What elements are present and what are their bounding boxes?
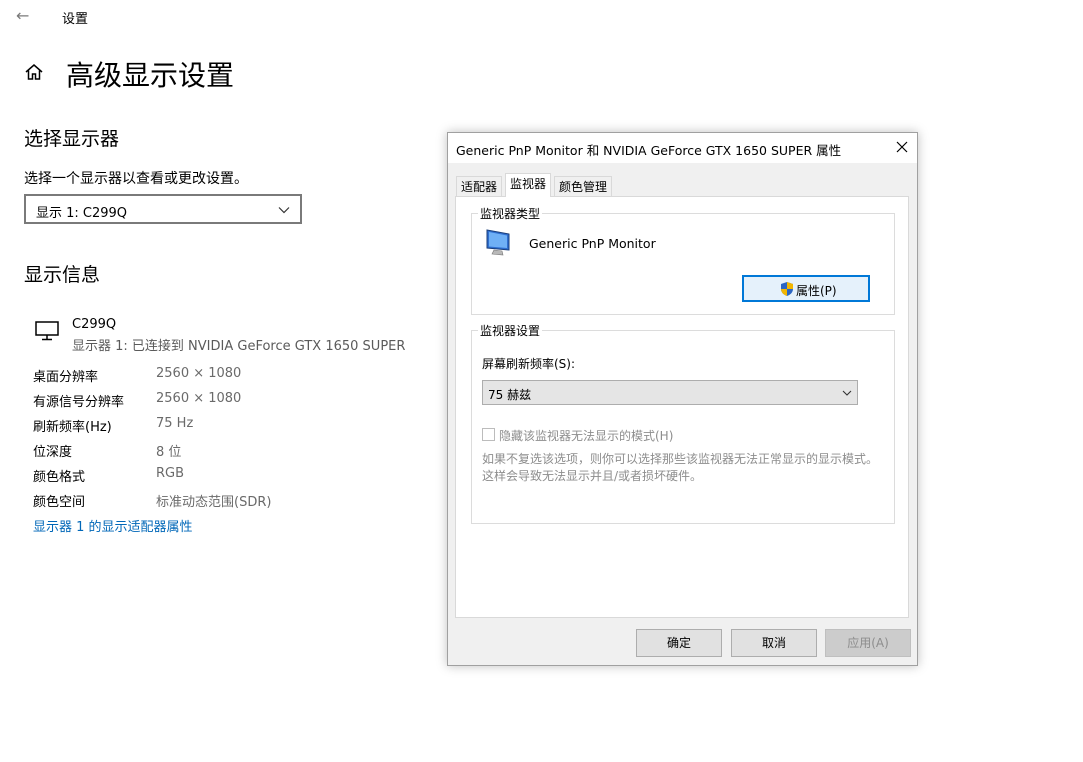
info-value-desktop-resolution: 2560 × 1080 xyxy=(156,366,242,381)
info-value-active-signal-resolution: 2560 × 1080 xyxy=(156,391,242,406)
apply-button[interactable]: 应用(A) xyxy=(825,629,911,657)
page-title: 高级显示设置 xyxy=(66,59,235,92)
display-info-heading: 显示信息 xyxy=(24,264,101,286)
select-display-heading: 选择显示器 xyxy=(24,128,120,150)
hint-line-1: 如果不复选该选项，则你可以选择那些该监视器无法正常显示的显示模式。 xyxy=(482,452,879,466)
info-value-bit-depth: 8 位 xyxy=(156,445,182,460)
monitor-properties-button-label: 属性(P) xyxy=(796,284,837,298)
cancel-button[interactable]: 取消 xyxy=(731,629,817,657)
chevron-down-icon xyxy=(278,207,290,214)
uac-shield-icon xyxy=(781,282,793,296)
info-value-refresh-rate: 75 Hz xyxy=(156,416,194,431)
info-label-color-format: 颜色格式 xyxy=(33,470,86,485)
monitor-settings-group: 监视器设置 屏幕刷新频率(S): 75 赫兹 隐藏该监视器无法显示的模式(H) … xyxy=(471,322,895,524)
display-select-value: 显示 1: C299Q xyxy=(36,206,128,221)
info-label-desktop-resolution: 桌面分辨率 xyxy=(33,370,99,385)
select-display-description: 选择一个显示器以查看或更改设置。 xyxy=(24,171,248,187)
tab-adapter[interactable]: 适配器 xyxy=(456,176,502,196)
info-label-color-space: 颜色空间 xyxy=(33,495,86,510)
refresh-rate-label: 屏幕刷新频率(S): xyxy=(482,357,576,371)
monitor-type-group: 监视器类型 Generic PnP Monitor 属性(P) xyxy=(471,205,895,315)
monitor-type-legend: 监视器类型 xyxy=(478,205,543,222)
hint-line-2: 这样会导致无法显示并且/或者损坏硬件。 xyxy=(482,469,703,483)
info-value-color-format: RGB xyxy=(156,466,185,481)
adapter-properties-link[interactable]: 显示器 1 的显示适配器属性 xyxy=(33,516,193,535)
monitor-properties-dialog: Generic PnP Monitor 和 NVIDIA GeForce GTX… xyxy=(447,132,918,666)
monitor-description: 显示器 1: 已连接到 NVIDIA GeForce GTX 1650 SUPE… xyxy=(72,339,406,354)
info-label-active-signal-resolution: 有源信号分辨率 xyxy=(33,395,125,410)
monitor-properties-button[interactable]: 属性(P) xyxy=(742,275,870,302)
monitor-type-name: Generic PnP Monitor xyxy=(529,236,656,251)
monitor-device-icon xyxy=(486,229,510,256)
window-title: 设置 xyxy=(62,12,89,27)
dialog-title: Generic PnP Monitor 和 NVIDIA GeForce GTX… xyxy=(456,143,842,158)
close-icon[interactable] xyxy=(895,140,909,154)
hide-modes-label: 隐藏该监视器无法显示的模式(H) xyxy=(499,429,674,443)
tab-color-management[interactable]: 颜色管理 xyxy=(554,176,612,196)
ok-button[interactable]: 确定 xyxy=(636,629,722,657)
monitor-icon xyxy=(35,321,59,341)
monitor-settings-legend: 监视器设置 xyxy=(478,322,543,339)
refresh-rate-value: 75 赫兹 xyxy=(488,388,532,402)
info-label-bit-depth: 位深度 xyxy=(33,445,73,460)
home-icon xyxy=(25,64,43,80)
chevron-down-icon xyxy=(842,390,852,396)
tab-monitor[interactable]: 监视器 xyxy=(505,173,551,197)
display-select-dropdown[interactable]: 显示 1: C299Q xyxy=(24,194,302,224)
hide-modes-hint: 如果不复选该选项，则你可以选择那些该监视器无法正常显示的显示模式。 这样会导致无… xyxy=(482,451,882,485)
back-arrow-icon[interactable]: ← xyxy=(16,6,29,25)
info-label-refresh-rate: 刷新频率(Hz) xyxy=(33,420,112,435)
dialog-titlebar: Generic PnP Monitor 和 NVIDIA GeForce GTX… xyxy=(448,133,917,163)
monitor-name: C299Q xyxy=(72,317,117,332)
refresh-rate-select[interactable]: 75 赫兹 xyxy=(482,380,858,405)
info-value-color-space: 标准动态范围(SDR) xyxy=(156,495,272,510)
hide-modes-checkbox[interactable] xyxy=(482,428,495,441)
monitor-tab-panel: 监视器类型 Generic PnP Monitor 属性(P) 监视器设置 屏幕… xyxy=(455,196,909,618)
